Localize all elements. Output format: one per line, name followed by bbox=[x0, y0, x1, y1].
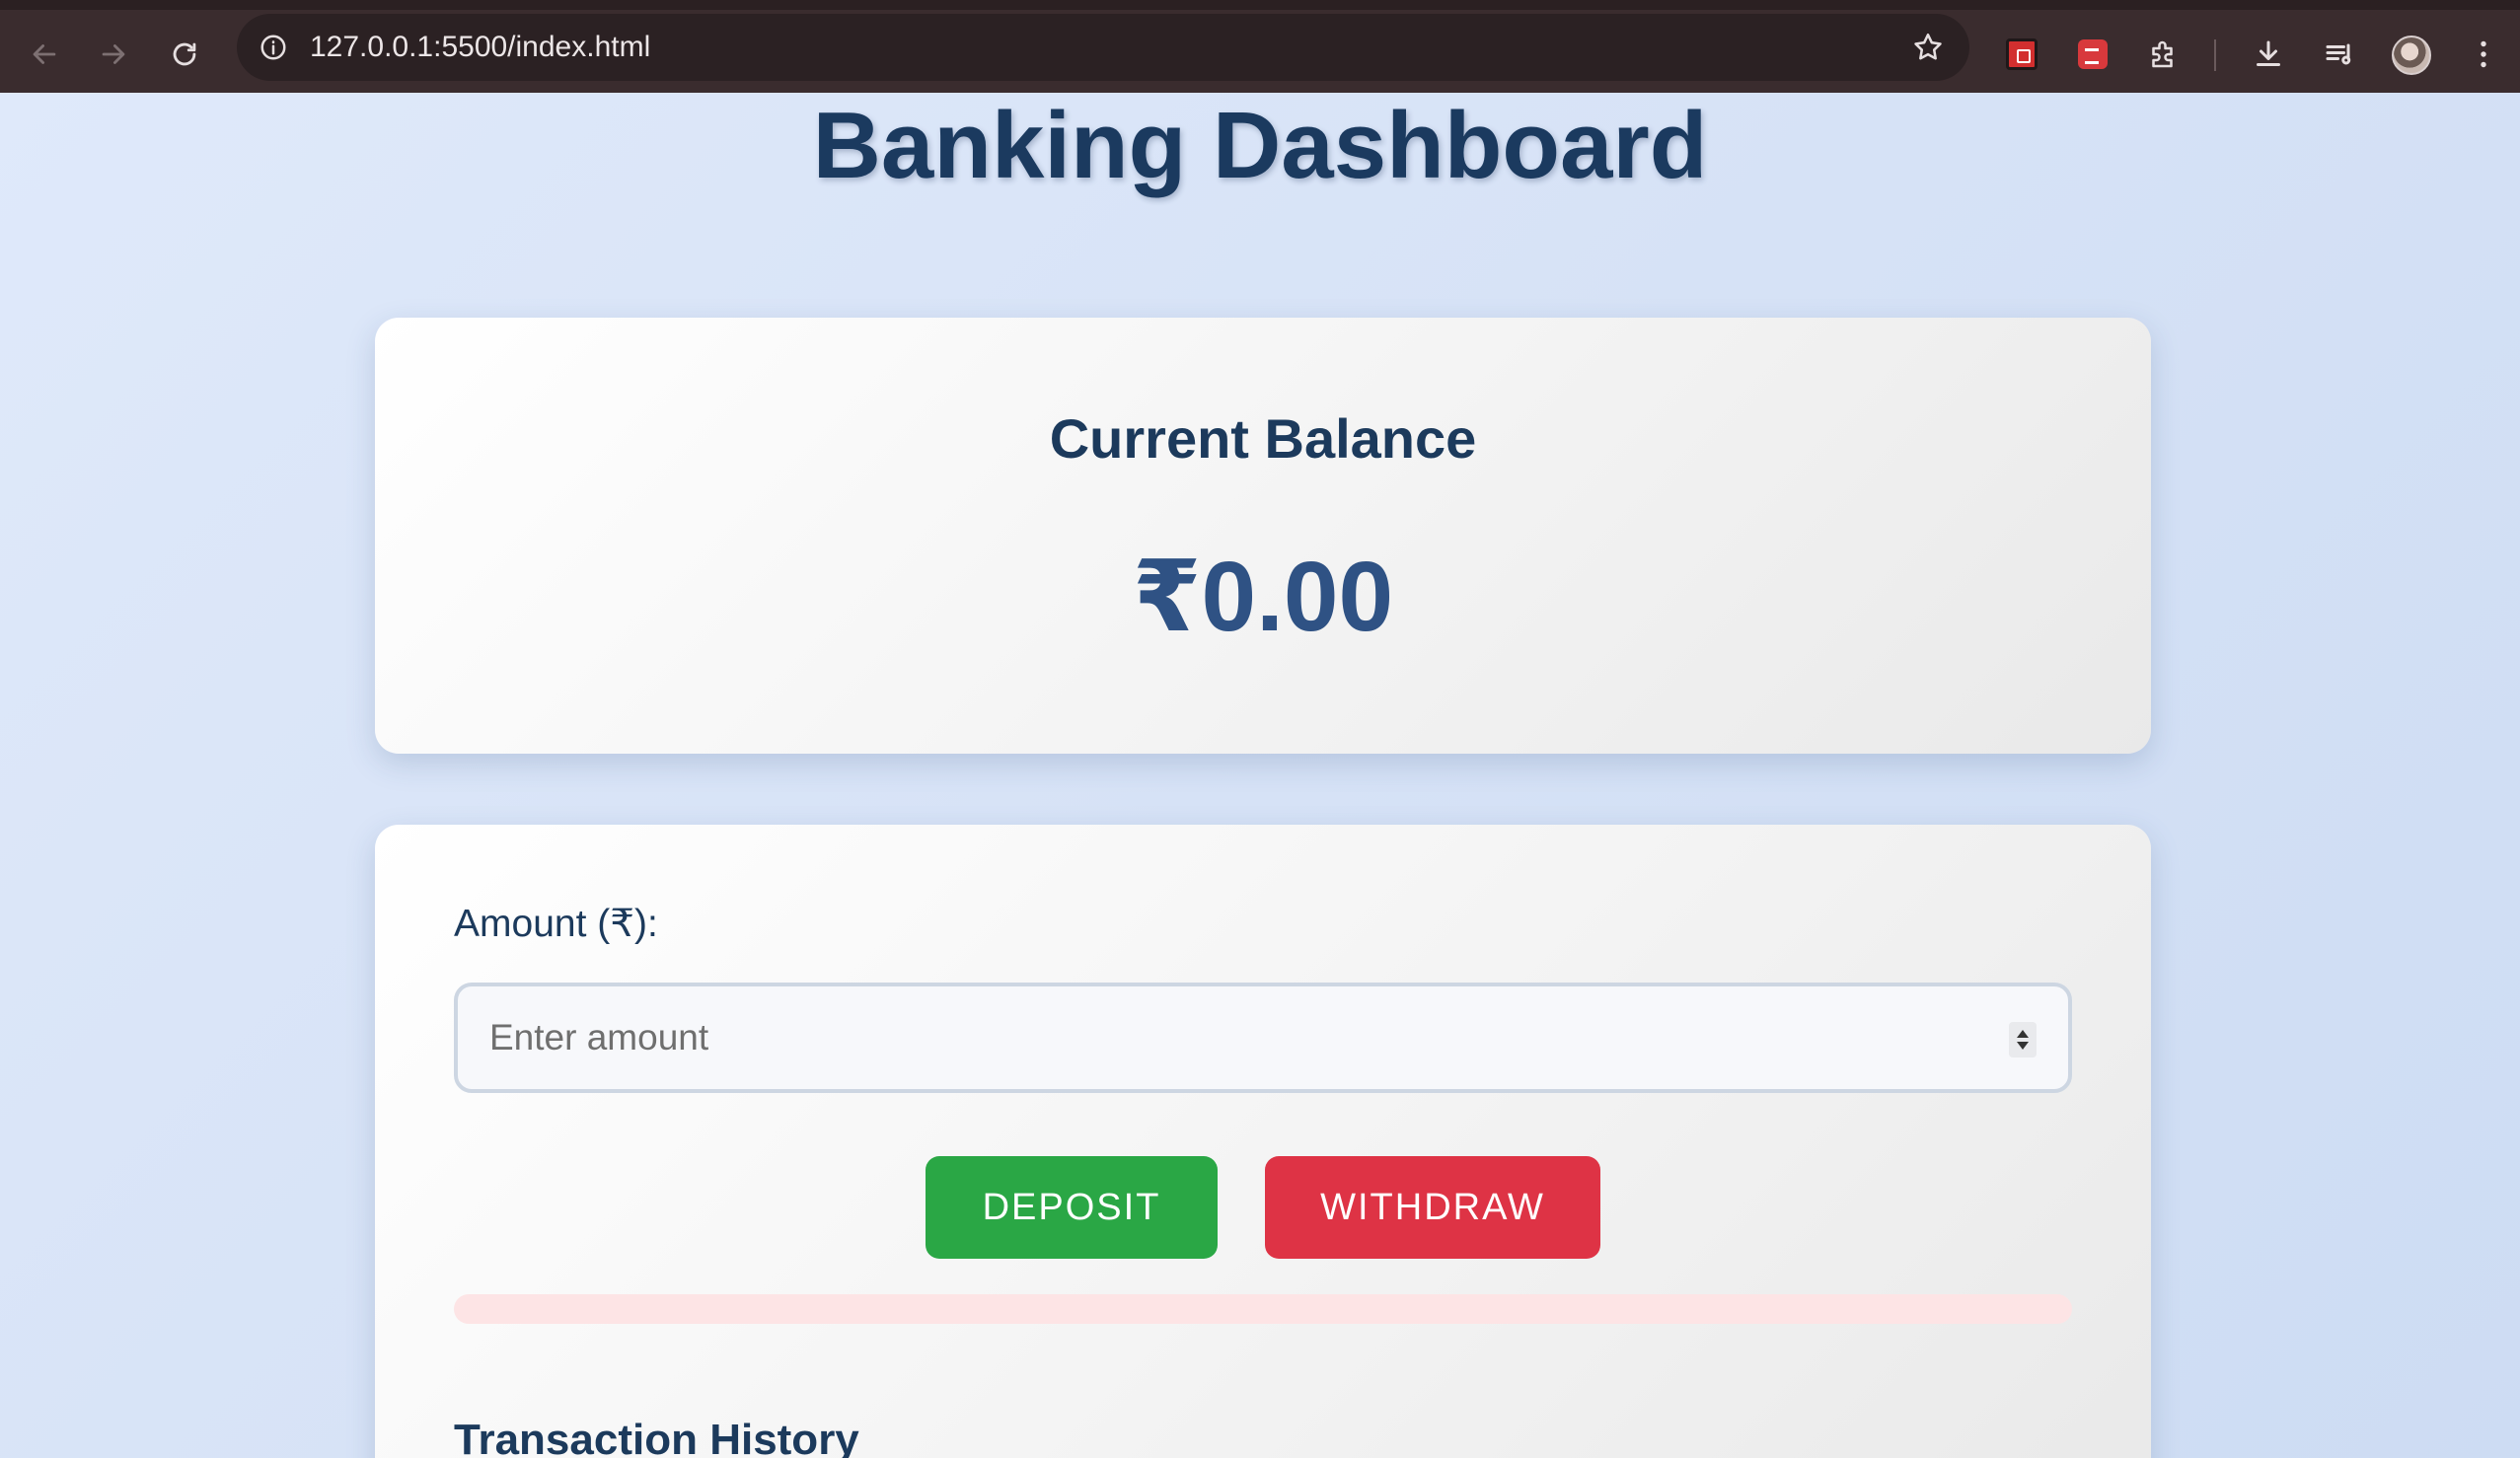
spinner-down-icon[interactable] bbox=[2017, 1042, 2029, 1050]
forward-arrow-icon bbox=[102, 44, 125, 64]
bookmark-star-icon[interactable] bbox=[1910, 30, 1946, 65]
withdraw-button[interactable]: WITHDRAW bbox=[1265, 1156, 1600, 1259]
more-menu-icon[interactable] bbox=[2459, 30, 2508, 79]
extension-red-icon[interactable] bbox=[1997, 30, 2046, 79]
back-arrow-icon bbox=[33, 44, 56, 64]
reload-button[interactable] bbox=[160, 30, 209, 79]
extension-icon[interactable] bbox=[2139, 30, 2188, 79]
amount-label: Amount (₹): bbox=[454, 903, 658, 945]
amount-input-wrapper[interactable] bbox=[454, 983, 2072, 1093]
spinner-up-icon[interactable] bbox=[2017, 1030, 2029, 1038]
site-info-icon[interactable] bbox=[257, 31, 290, 64]
transaction-history-title: Transaction History bbox=[454, 1416, 859, 1458]
url-text[interactable]: 127.0.0.1:5500/index.html bbox=[310, 30, 650, 65]
page-title: Banking Dashboard bbox=[812, 93, 1708, 198]
amount-input[interactable] bbox=[458, 986, 2068, 1089]
back-button[interactable] bbox=[20, 30, 69, 79]
page-viewport: Banking Dashboard Current Balance ₹0.00 … bbox=[0, 93, 2520, 1458]
profile-avatar[interactable] bbox=[2392, 36, 2431, 75]
balance-card: Current Balance ₹0.00 bbox=[375, 318, 2151, 754]
number-spinner[interactable] bbox=[2009, 1022, 2037, 1057]
download-icon[interactable] bbox=[2244, 30, 2293, 79]
status-message bbox=[454, 1294, 2072, 1324]
transaction-card: Amount (₹): DEPOSIT WITHDRAW Transaction… bbox=[375, 825, 2151, 1458]
balance-amount: ₹0.00 bbox=[1132, 542, 1394, 652]
reload-icon bbox=[173, 42, 196, 66]
browser-toolbar: 127.0.0.1:5500/index.html bbox=[0, 0, 2520, 93]
forward-button[interactable] bbox=[89, 30, 138, 79]
deposit-button[interactable]: DEPOSIT bbox=[926, 1156, 1218, 1259]
reading-list-icon[interactable] bbox=[2315, 30, 2364, 79]
address-bar[interactable]: 127.0.0.1:5500/index.html bbox=[237, 14, 1969, 81]
balance-title: Current Balance bbox=[1049, 407, 1477, 470]
toolbar-divider bbox=[2214, 39, 2216, 71]
extension-red-badge-icon[interactable] bbox=[2068, 30, 2117, 79]
